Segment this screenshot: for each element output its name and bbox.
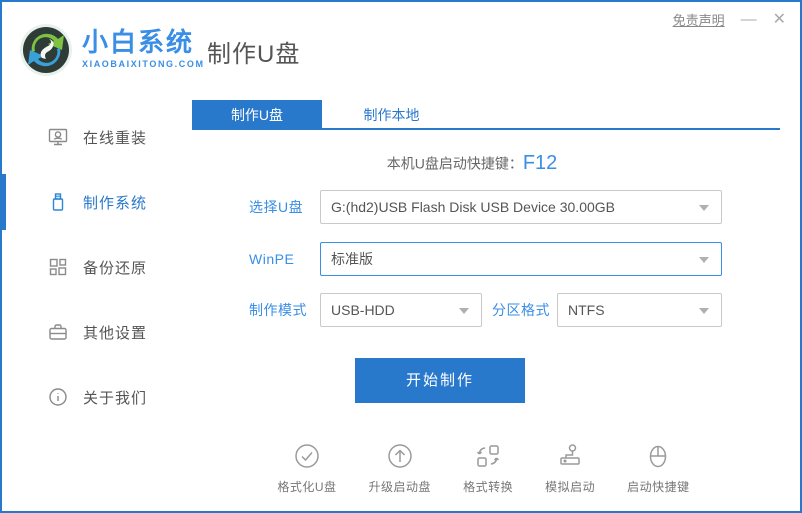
boot-hotkey-line: 本机U盘启动快捷键：F12 — [187, 152, 757, 175]
upgrade-bootdisk-icon — [386, 442, 414, 470]
close-icon[interactable]: ✕ — [773, 11, 786, 28]
chevron-down-icon — [459, 308, 469, 314]
body: 在线重装 制作系统 备份还原 其他设置 关于我们 制作U盘 制作本地 本机U盘启… — [2, 90, 800, 511]
tool-label: 格式转换 — [463, 480, 514, 494]
sidebar-item-label: 其他设置 — [83, 324, 148, 342]
other-settings-icon — [47, 321, 69, 343]
sidebar-item-online-reinstall[interactable]: 在线重装 — [2, 122, 187, 152]
sidebar-item-label: 在线重装 — [83, 129, 148, 147]
chevron-down-icon — [699, 308, 709, 314]
tool-label: 格式化U盘 — [277, 480, 337, 494]
page-title: 制作U盘 — [207, 41, 301, 68]
tab-make-usb[interactable]: 制作U盘 — [192, 100, 322, 130]
mode-select-dropdown[interactable]: USB-HDD — [320, 293, 482, 327]
partition-select-dropdown[interactable]: NTFS — [557, 293, 722, 327]
disclaimer-link[interactable]: 免责声明 — [673, 10, 725, 29]
format-convert-icon — [474, 442, 502, 470]
tool-boot-hotkey[interactable]: 启动快捷键 — [627, 442, 690, 495]
footer-tools: 格式化U盘 升级启动盘 格式转换 模拟启动 启动快捷键 — [187, 442, 780, 495]
sidebar-item-about-us[interactable]: 关于我们 — [2, 382, 187, 412]
logo-title: 小白系统 — [82, 27, 195, 57]
tab-bar: 制作U盘 制作本地 — [192, 100, 780, 130]
window-controls: 免责声明 — ✕ — [673, 10, 786, 29]
usb-select-label: 选择U盘 — [249, 199, 304, 215]
winpe-select-label: WinPE — [249, 251, 295, 267]
chevron-down-icon — [699, 205, 709, 211]
format-usb-icon — [293, 442, 321, 470]
app-window: 小白系统 XIAOBAIXITONG.COM 制作U盘 免责声明 — ✕ 在线重… — [0, 0, 802, 513]
make-system-usb-icon — [47, 191, 69, 213]
usb-select-value: G:(hd2)USB Flash Disk USB Device 30.00GB — [331, 199, 615, 215]
sidebar-item-label: 备份还原 — [83, 259, 148, 277]
titlebar: 小白系统 XIAOBAIXITONG.COM 制作U盘 免责声明 — ✕ — [2, 2, 800, 90]
sidebar-item-other-settings[interactable]: 其他设置 — [2, 317, 187, 347]
backup-restore-icon — [47, 256, 69, 278]
mode-select-value: USB-HDD — [331, 302, 395, 318]
sidebar: 在线重装 制作系统 备份还原 其他设置 关于我们 — [2, 90, 187, 511]
sidebar-item-label: 制作系统 — [83, 194, 148, 212]
partition-select-label: 分区格式 — [492, 302, 550, 318]
main-panel: 制作U盘 制作本地 本机U盘启动快捷键：F12 选择U盘 G:(hd2)USB … — [187, 90, 800, 511]
logo-text: 小白系统 XIAOBAIXITONG.COM — [82, 28, 205, 69]
about-us-icon — [47, 386, 69, 408]
start-make-button[interactable]: 开始制作 — [355, 358, 525, 403]
usb-select-dropdown[interactable]: G:(hd2)USB Flash Disk USB Device 30.00GB — [320, 190, 722, 224]
simulate-boot-icon — [556, 442, 584, 470]
app-logo-icon — [18, 22, 74, 78]
tool-format-convert[interactable]: 格式转换 — [463, 442, 513, 495]
sidebar-item-label: 关于我们 — [83, 389, 148, 407]
mode-select-label: 制作模式 — [249, 302, 307, 318]
tool-format-usb[interactable]: 格式化U盘 — [277, 442, 336, 495]
chevron-down-icon — [699, 257, 709, 263]
minimize-icon[interactable]: — — [741, 11, 757, 28]
tool-label: 模拟启动 — [545, 480, 596, 494]
online-reinstall-icon — [47, 126, 69, 148]
boot-hotkey-icon — [644, 442, 672, 470]
winpe-select-dropdown[interactable]: 标准版 — [320, 242, 722, 276]
partition-select-value: NTFS — [568, 302, 605, 318]
tab-make-local[interactable]: 制作本地 — [326, 100, 456, 130]
tool-upgrade-bootdisk[interactable]: 升级启动盘 — [369, 442, 432, 495]
sidebar-item-make-system[interactable]: 制作系统 — [2, 174, 187, 230]
tool-label: 升级启动盘 — [368, 480, 432, 494]
winpe-select-value: 标准版 — [331, 251, 373, 267]
boot-hotkey-label: 本机U盘启动快捷键： — [386, 155, 523, 172]
sidebar-item-backup-restore[interactable]: 备份还原 — [2, 252, 187, 282]
boot-hotkey-value: F12 — [522, 152, 558, 174]
tool-label: 启动快捷键 — [627, 480, 690, 494]
logo-subtitle: XIAOBAIXITONG.COM — [82, 59, 205, 69]
tool-simulate-boot[interactable]: 模拟启动 — [545, 442, 595, 495]
